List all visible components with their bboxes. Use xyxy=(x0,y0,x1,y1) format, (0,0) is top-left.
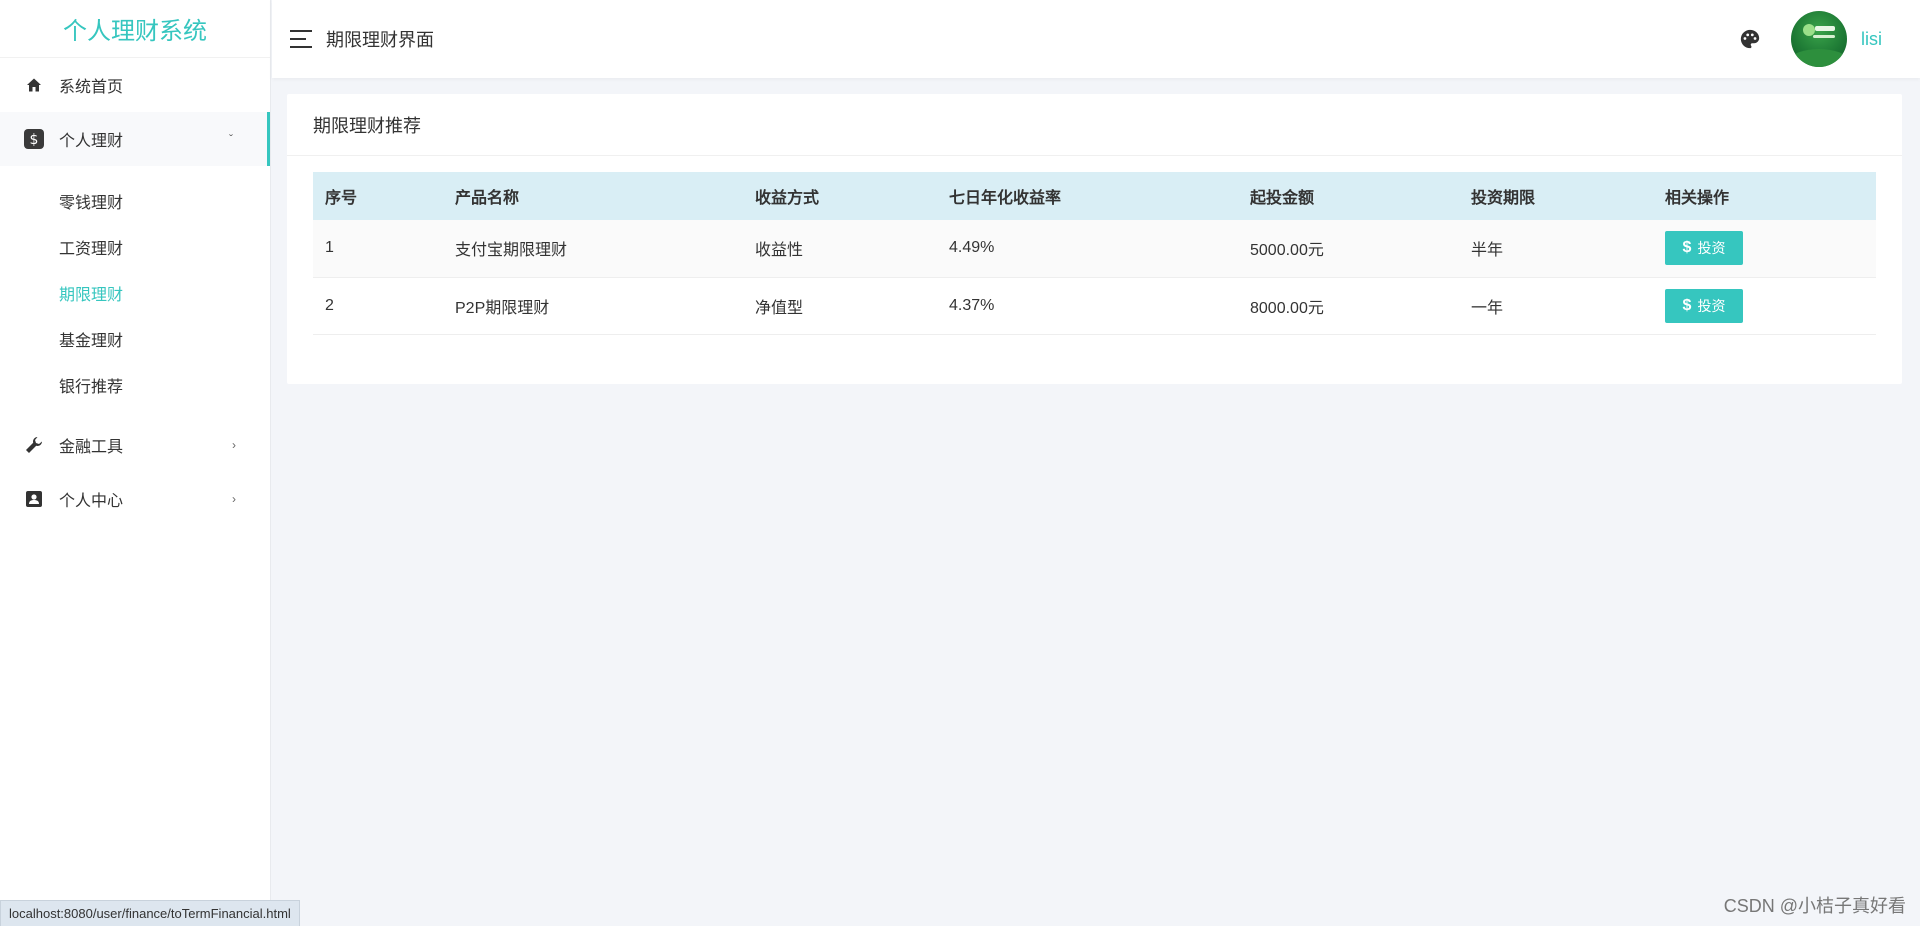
submenu-personal-finance: 零钱理财 工资理财 期限理财 基金理财 银行推荐 xyxy=(0,166,270,418)
sidebar-item-personal-finance[interactable]: $ 个人理财 ˇ xyxy=(0,112,270,166)
submenu-item-term[interactable]: 期限理财 xyxy=(0,270,270,316)
avatar[interactable] xyxy=(1791,11,1847,67)
cell-product-name: 支付宝期限理财 xyxy=(443,220,743,278)
dollar-icon: $ xyxy=(24,129,44,149)
username[interactable]: lisi xyxy=(1861,29,1882,50)
column-header: 相关操作 xyxy=(1653,172,1876,220)
card-title: 期限理财推荐 xyxy=(287,94,1902,156)
cell-income-type: 净值型 xyxy=(743,277,937,335)
chevron-right-icon: › xyxy=(232,492,236,506)
cell-term: 半年 xyxy=(1459,220,1653,278)
term-finance-card: 期限理财推荐 序号 产品名称 收益方式 七日年化收益率 起投金额 投资期限 相关… xyxy=(287,94,1902,384)
cell-term: 一年 xyxy=(1459,277,1653,335)
table-row: 1 支付宝期限理财 收益性 4.49% 5000.00元 半年 $ 投资 xyxy=(313,220,1876,278)
cell-income-type: 收益性 xyxy=(743,220,937,278)
sidebar-item-home[interactable]: 系统首页 xyxy=(0,58,270,112)
invest-button-label: 投资 xyxy=(1697,240,1726,257)
cell-id: 2 xyxy=(313,277,443,335)
column-header: 收益方式 xyxy=(743,172,937,220)
cell-product-name: P2P期限理财 xyxy=(443,277,743,335)
term-finance-table: 序号 产品名称 收益方式 七日年化收益率 起投金额 投资期限 相关操作 1 支付… xyxy=(313,172,1876,335)
app-logo[interactable]: 个人理财系统 xyxy=(0,0,270,58)
table-header-row: 序号 产品名称 收益方式 七日年化收益率 起投金额 投资期限 相关操作 xyxy=(313,172,1876,220)
palette-icon[interactable] xyxy=(1739,28,1761,50)
sidebar-item-label: 金融工具 xyxy=(59,439,124,456)
sidebar-item-personal-center[interactable]: 个人中心 › xyxy=(0,472,270,526)
browser-status-url: localhost:8080/user/finance/toTermFinanc… xyxy=(0,900,300,926)
column-header: 七日年化收益率 xyxy=(937,172,1238,220)
cell-action: $ 投资 xyxy=(1653,277,1876,335)
page-title: 期限理财界面 xyxy=(326,30,434,50)
cell-id: 1 xyxy=(313,220,443,278)
submenu-item-bank[interactable]: 银行推荐 xyxy=(0,362,270,408)
chevron-down-icon: ˇ xyxy=(229,132,233,146)
invest-button-label: 投资 xyxy=(1697,297,1726,314)
dollar-icon: $ xyxy=(1682,296,1692,314)
home-icon xyxy=(24,75,44,95)
chevron-right-icon: › xyxy=(232,438,236,452)
column-header: 投资期限 xyxy=(1459,172,1653,220)
cell-rate: 4.49% xyxy=(937,220,1238,278)
invest-button[interactable]: $ 投资 xyxy=(1665,288,1743,323)
submenu-item-salary[interactable]: 工资理财 xyxy=(0,224,270,270)
header-user-area: lisi xyxy=(1739,0,1882,78)
cell-min-amount: 5000.00元 xyxy=(1238,220,1459,278)
cell-rate: 4.37% xyxy=(937,277,1238,335)
svg-text:$: $ xyxy=(30,132,39,148)
dollar-icon: $ xyxy=(1682,239,1692,257)
top-header: 期限理财界面 lisi xyxy=(272,0,1920,78)
sidebar-item-label: 个人中心 xyxy=(59,493,124,510)
column-header: 序号 xyxy=(313,172,443,220)
wrench-icon xyxy=(24,435,44,455)
watermark: CSDN @小桔子真好看 xyxy=(1723,896,1906,916)
cell-action: $ 投资 xyxy=(1653,220,1876,278)
user-card-icon xyxy=(24,489,44,509)
submenu-item-fund[interactable]: 基金理财 xyxy=(0,316,270,362)
sidebar-item-financial-tools[interactable]: 金融工具 › xyxy=(0,418,270,472)
sidebar: 个人理财系统 系统首页 $ 个人理财 ˇ 零钱理财 工资理财 期限理财 基金理财… xyxy=(0,0,271,926)
menu-toggle-icon[interactable] xyxy=(290,30,312,48)
column-header: 产品名称 xyxy=(443,172,743,220)
sidebar-item-label: 个人理财 xyxy=(59,133,124,150)
sidebar-item-label: 系统首页 xyxy=(59,79,124,96)
submenu-item-pocket-money[interactable]: 零钱理财 xyxy=(0,178,270,224)
invest-button[interactable]: $ 投资 xyxy=(1665,231,1743,266)
cell-min-amount: 8000.00元 xyxy=(1238,277,1459,335)
column-header: 起投金额 xyxy=(1238,172,1459,220)
table-row: 2 P2P期限理财 净值型 4.37% 8000.00元 一年 $ 投资 xyxy=(313,277,1876,335)
